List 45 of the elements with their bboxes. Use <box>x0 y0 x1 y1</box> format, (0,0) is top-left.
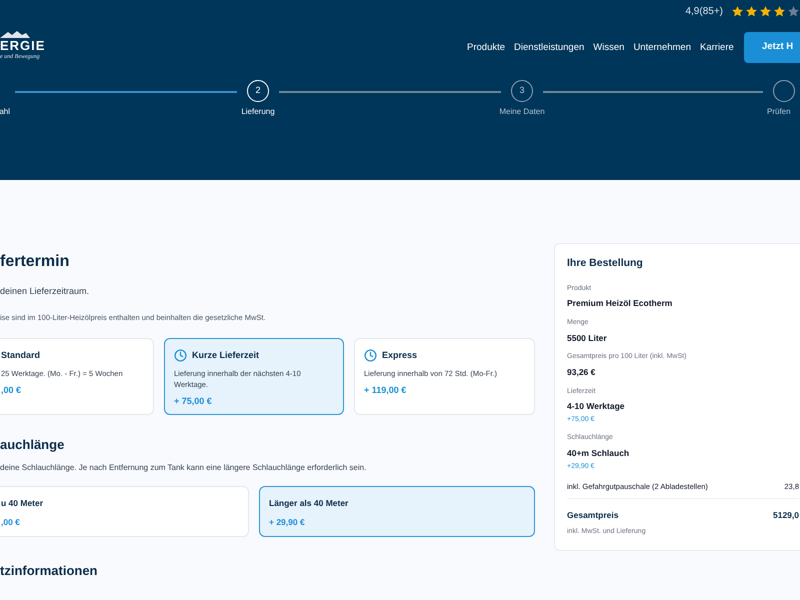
option-title: Standard <box>1 348 40 362</box>
option-title: Länger als 40 Meter <box>269 497 350 510</box>
summary-value: 5500 Liter <box>567 332 608 344</box>
total-amount: 5129,0 <box>773 509 799 522</box>
option-price: + 29,90 € <box>269 516 306 529</box>
clock-icon <box>364 349 377 362</box>
nav-link[interactable]: Dienstleistungen <box>514 40 584 56</box>
summary-value: 40+m Schlauch <box>567 446 630 460</box>
option-title: Express <box>382 348 418 362</box>
option-price: ,00 € <box>1 516 21 529</box>
section-subtitle: deine Schlauchlänge. Je nach Entfernung zum Tank kann eine längere Schlauchlänge erforderlich sein. <box>0 462 368 474</box>
summary-value: Premium Heizöl Ecotherm <box>567 297 674 310</box>
step-label: ahl <box>0 106 10 118</box>
summary-title: Ihre Bestellung <box>567 256 644 271</box>
option-title: u 40 Meter <box>1 497 44 510</box>
hose-option-card[interactable]: Länger als 40 Meter + 29,90 € <box>259 486 535 538</box>
section-heading: auchlänge <box>0 436 66 454</box>
step-label: Meine Daten <box>499 106 545 118</box>
section-subtitle: deinen Lieferzeitraum. <box>0 285 90 298</box>
step-label: Lieferung <box>241 106 275 118</box>
nav-link[interactable]: Wissen <box>593 40 624 56</box>
nav-link[interactable]: Produkte <box>467 40 506 56</box>
hose-option-card[interactable]: u 40 Meter ,00 € <box>0 486 249 538</box>
star-icon <box>773 5 786 18</box>
total-label: Gesamtpreis <box>567 509 618 522</box>
nav-link[interactable]: Unternehmen <box>633 40 691 56</box>
star-icon <box>787 5 800 18</box>
nav-link[interactable]: Karriere <box>700 40 734 56</box>
mountain-logo-icon <box>0 30 30 38</box>
section-heading: tzinformationen <box>0 562 98 580</box>
star-icon <box>731 5 744 18</box>
summary-value: 4-10 Werktage <box>567 400 626 413</box>
rating-score: 4,9(85+) <box>685 5 723 19</box>
step-label: Prüfen <box>767 106 791 118</box>
clock-icon <box>174 349 187 362</box>
star-icon <box>745 5 758 18</box>
option-price: ,00 € <box>1 384 22 398</box>
section-heading: fertermin <box>0 252 70 272</box>
option-price: + 75,00 € <box>174 395 213 408</box>
star-icon <box>759 5 772 18</box>
option-title: Kurze Lieferzeit <box>192 348 260 362</box>
option-price: + 119,00 € <box>364 384 408 398</box>
logo-wordmark: ERGIE <box>0 38 46 53</box>
summary-value: 93,26 € <box>567 366 596 378</box>
cta-button[interactable]: Jetzt H <box>744 32 800 62</box>
